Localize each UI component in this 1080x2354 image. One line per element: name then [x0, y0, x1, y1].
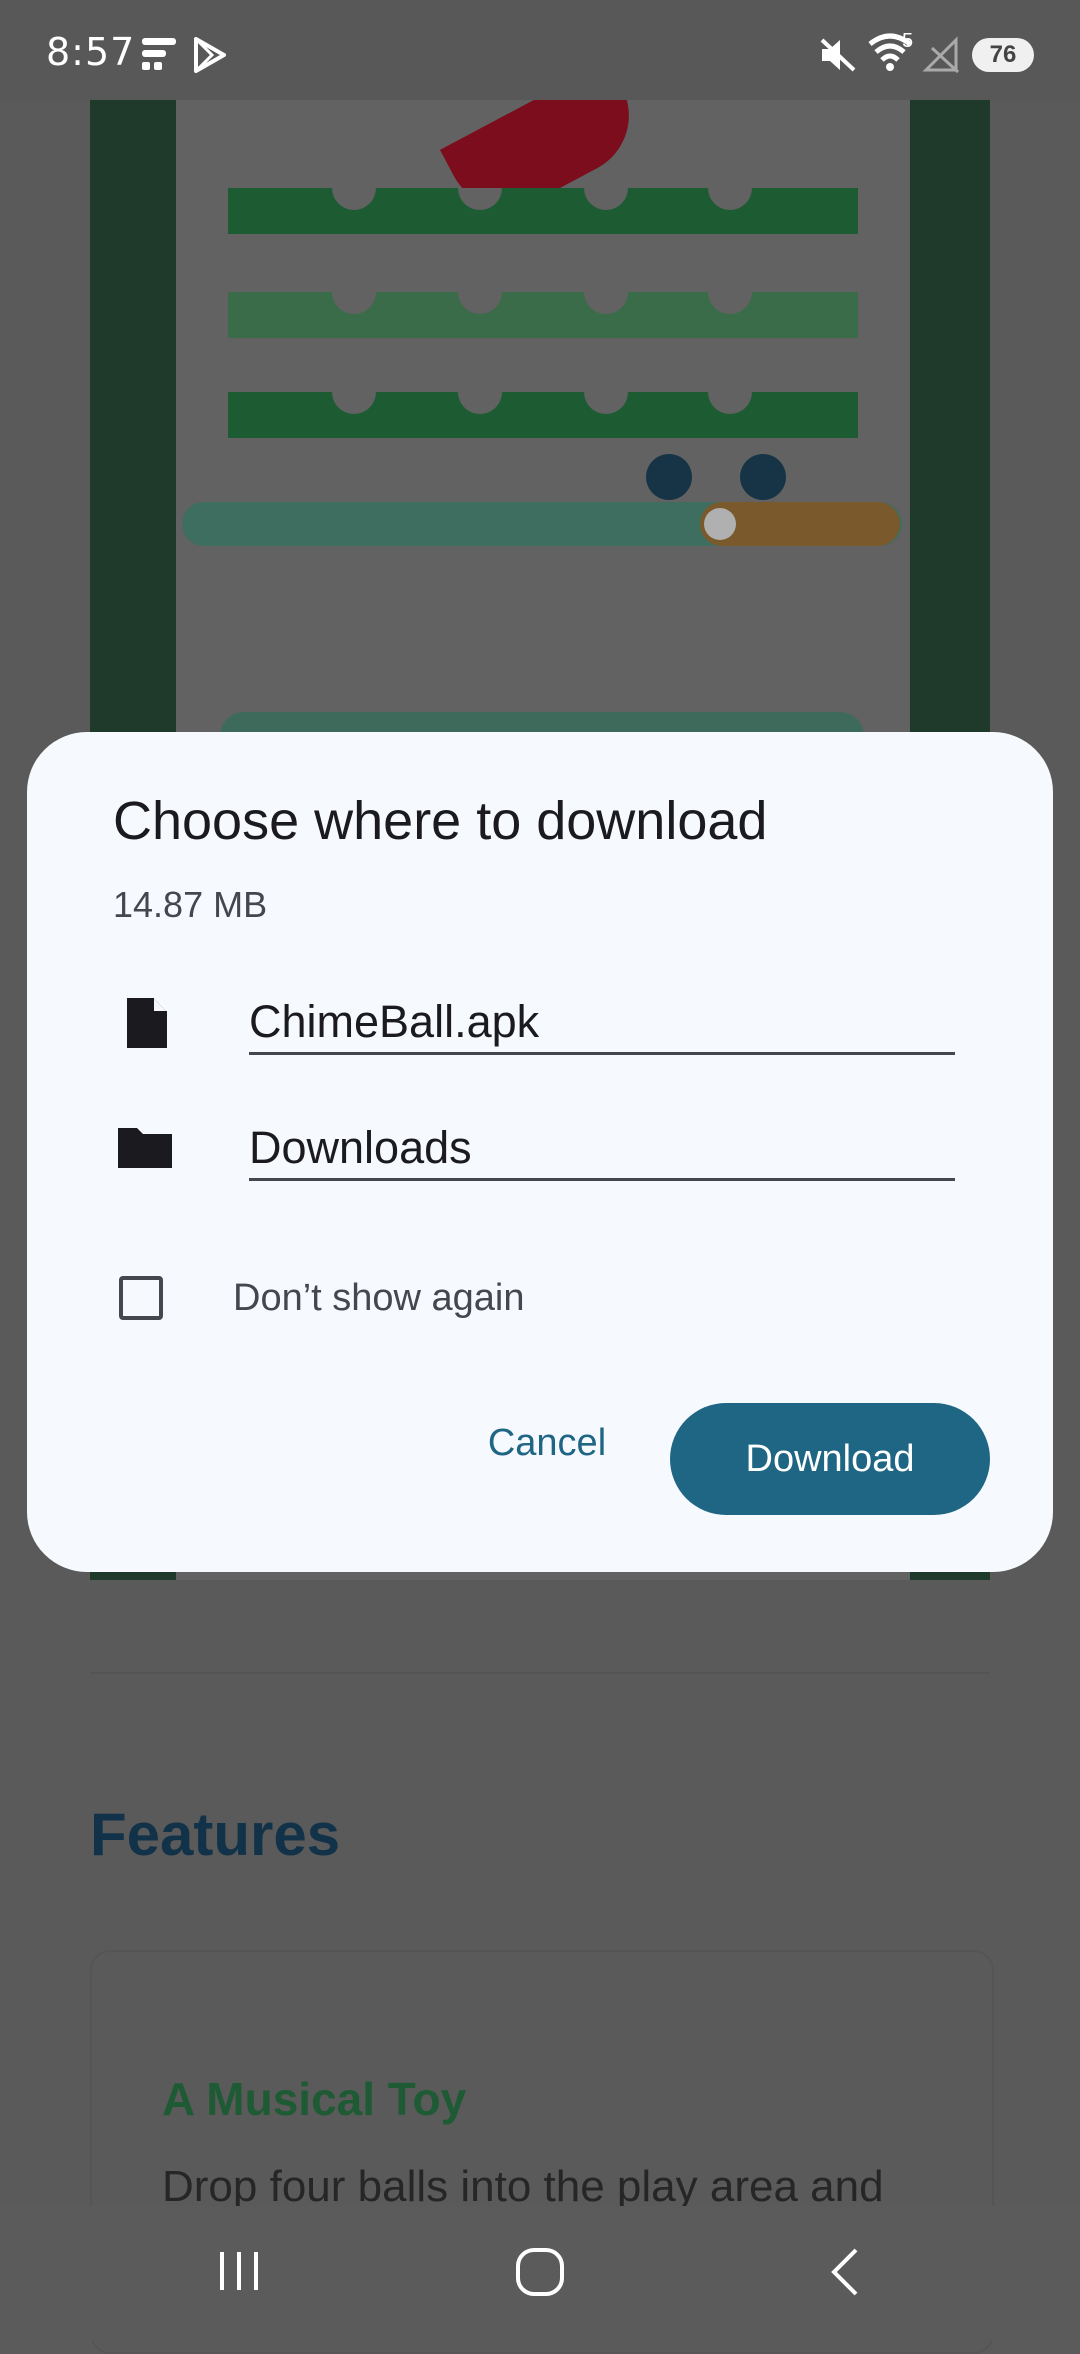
preview-ball [740, 454, 786, 500]
file-icon [127, 998, 167, 1048]
feature-card-title: A Musical Toy [162, 2073, 467, 2125]
preview-slider-knob [704, 508, 736, 540]
navigation-bar [0, 2206, 1080, 2340]
recents-icon[interactable] [214, 2246, 264, 2296]
home-icon[interactable] [514, 2246, 566, 2298]
download-button[interactable]: Download [670, 1403, 990, 1515]
section-divider [90, 1672, 990, 1674]
dont-show-again-label[interactable]: Don’t show again [233, 1277, 525, 1320]
preview-stripe [228, 292, 858, 338]
folder-icon [118, 1128, 172, 1168]
wifi-badge: 5 [902, 30, 914, 52]
status-bar: 8:57 5 76 [0, 0, 1080, 100]
mute-icon [820, 38, 856, 72]
cancel-button[interactable]: Cancel [457, 1403, 637, 1483]
no-signal-icon [922, 36, 960, 74]
battery-icon: 76 [972, 38, 1034, 72]
dialog-title: Choose where to download [113, 791, 768, 851]
dont-show-again-checkbox[interactable] [119, 1276, 163, 1320]
features-heading: Features [90, 1801, 341, 1868]
preview-stripe [228, 188, 858, 234]
folder-selector[interactable]: Downloads [249, 1118, 955, 1181]
file-name-input[interactable]: ChimeBall.apk [249, 992, 955, 1055]
preview-stripe [228, 392, 858, 438]
download-dialog: Choose where to download 14.87 MB ChimeB… [27, 732, 1053, 1572]
preview-ball [646, 454, 692, 500]
play-store-icon [194, 37, 226, 73]
back-icon[interactable] [826, 2246, 866, 2298]
status-time: 8:57 [46, 30, 136, 74]
file-size: 14.87 MB [113, 884, 268, 925]
news-icon [142, 38, 176, 70]
